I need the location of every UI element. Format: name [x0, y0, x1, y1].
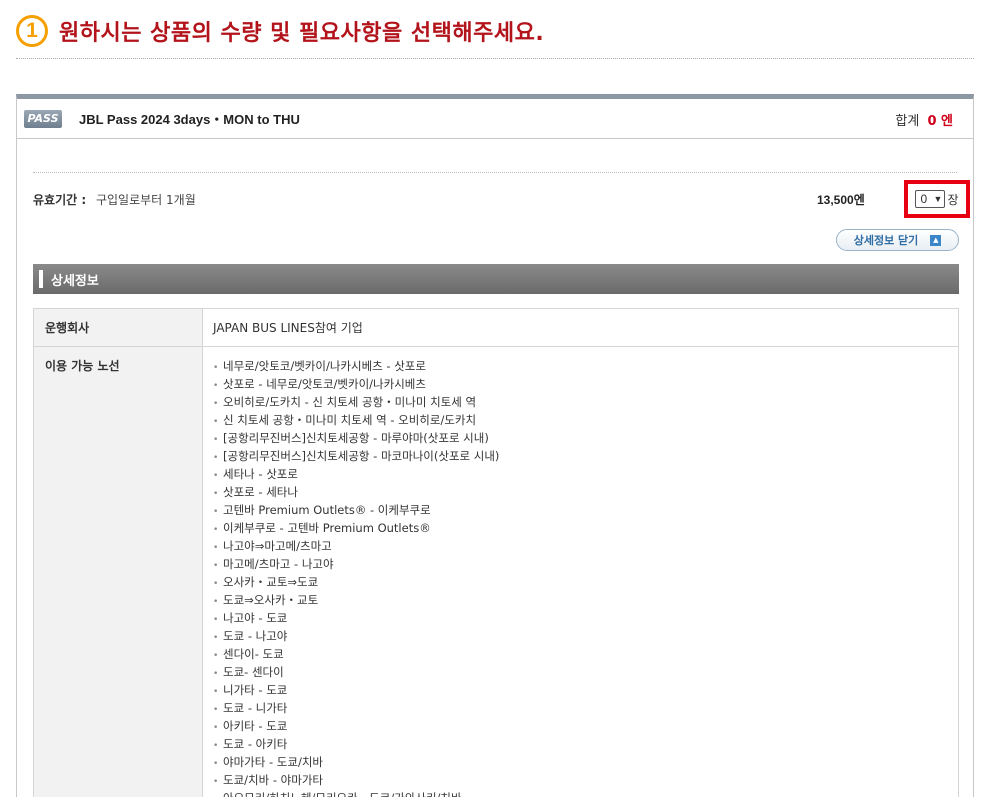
details-table: 운행회사 JAPAN BUS LINES참여 기업 이용 가능 노선 네무로/앗…: [33, 308, 959, 797]
quantity-select[interactable]: 0 ▼: [915, 190, 946, 208]
route-item: 도쿄- 센다이: [213, 663, 948, 681]
route-item: 센다이- 도쿄: [213, 645, 948, 663]
product-name: JBL Pass 2024 3days・MON to THU: [79, 112, 300, 127]
section-marker: [39, 270, 43, 288]
route-item: 삿포로 - 세타나: [213, 483, 948, 501]
chevron-down-icon: ▼: [933, 194, 943, 204]
route-item: 도쿄 - 니가타: [213, 699, 948, 717]
step-divider: [16, 58, 974, 59]
product-header: PASS JBL Pass 2024 3days・MON to THU 합계 0…: [17, 99, 973, 139]
section-title: 상세정보: [51, 273, 99, 289]
route-item: 도쿄/치바 - 야마가타: [213, 771, 948, 789]
route-item: 니가타 - 도쿄: [213, 681, 948, 699]
pass-badge: PASS: [24, 109, 62, 128]
operator-value: JAPAN BUS LINES참여 기업: [202, 308, 959, 347]
route-item: 도쿄 - 아키타: [213, 735, 948, 753]
route-item: 세타나 - 삿포로: [213, 465, 948, 483]
route-item: 오비히로/도카치 - 신 치토세 공항・미나미 치토세 역: [213, 393, 948, 411]
route-item: [공항리무진버스]신치토세공항 - 마루야마(삿포로 시내): [213, 429, 948, 447]
collapse-up-icon: ▲: [930, 234, 942, 246]
validity-value: 구입일로부터 1개월: [95, 193, 196, 207]
route-item: 고텐바 Premium Outlets® - 이케부쿠로: [213, 501, 948, 519]
step-title: 원하시는 상품의 수량 및 필요사항을 선택해주세요.: [59, 21, 545, 46]
unit-price: 13,500엔: [817, 193, 865, 207]
section-header: 상세정보: [33, 264, 959, 294]
route-item: [공항리무진버스]신치토세공항 - 마코마나이(삿포로 시내): [213, 447, 948, 465]
product-panel: PASS JBL Pass 2024 3days・MON to THU 합계 0…: [16, 94, 974, 797]
validity: 유효기간 : 구입일로부터 1개월: [33, 191, 196, 208]
total: 합계 0 엔: [895, 110, 953, 129]
route-item: 오사카・교토⇒도쿄: [213, 573, 948, 591]
table-row: 이용 가능 노선 네무로/앗토코/벳카이/나카시베츠 - 삿포로삿포로 - 네무…: [33, 346, 959, 797]
quantity-highlight: 0 ▼ 장: [904, 180, 970, 218]
route-item: 나고야 - 도쿄: [213, 609, 948, 627]
detail-toggle-label: 상세정보 닫기: [853, 234, 919, 247]
detail-toggle-button[interactable]: 상세정보 닫기 ▲: [836, 229, 959, 251]
route-item: 도쿄 - 나고야: [213, 627, 948, 645]
routes-list: 네무로/앗토코/벳카이/나카시베츠 - 삿포로삿포로 - 네무로/앗토코/벳카이…: [213, 357, 948, 797]
route-item: 야마가타 - 도쿄/치바: [213, 753, 948, 771]
total-value: 0 엔: [927, 114, 953, 129]
route-item: 아키타 - 도쿄: [213, 717, 948, 735]
inner-divider: [33, 172, 957, 173]
route-item: 나고야⇒마고메/츠마고: [213, 537, 948, 555]
routes-label: 이용 가능 노선: [33, 346, 203, 797]
route-item: 삿포로 - 네무로/앗토코/벳카이/나카시베츠: [213, 375, 948, 393]
operator-label: 운행회사: [33, 308, 203, 347]
route-item: 신 치토세 공항・미나미 치토세 역 - 오비히로/도카치: [213, 411, 948, 429]
route-item: 아오모리/하치노헤/모리오카 - 도쿄/가와사키/치바: [213, 789, 948, 797]
step-number-icon: 1: [16, 15, 48, 47]
table-row: 운행회사 JAPAN BUS LINES참여 기업: [33, 308, 959, 347]
routes-cell: 네무로/앗토코/벳카이/나카시베츠 - 삿포로삿포로 - 네무로/앗토코/벳카이…: [202, 346, 959, 797]
total-label: 합계: [895, 114, 920, 129]
quantity-value: 0: [920, 192, 928, 206]
route-item: 네무로/앗토코/벳카이/나카시베츠 - 삿포로: [213, 357, 948, 375]
route-item: 이케부쿠로 - 고텐바 Premium Outlets®: [213, 519, 948, 537]
validity-label: 유효기간 :: [33, 193, 87, 207]
route-item: 마고메/츠마고 - 나고야: [213, 555, 948, 573]
step-header: 1 원하시는 상품의 수량 및 필요사항을 선택해주세요.: [16, 14, 544, 48]
quantity-unit: 장: [947, 192, 959, 207]
route-item: 도쿄⇒오사카・교토: [213, 591, 948, 609]
